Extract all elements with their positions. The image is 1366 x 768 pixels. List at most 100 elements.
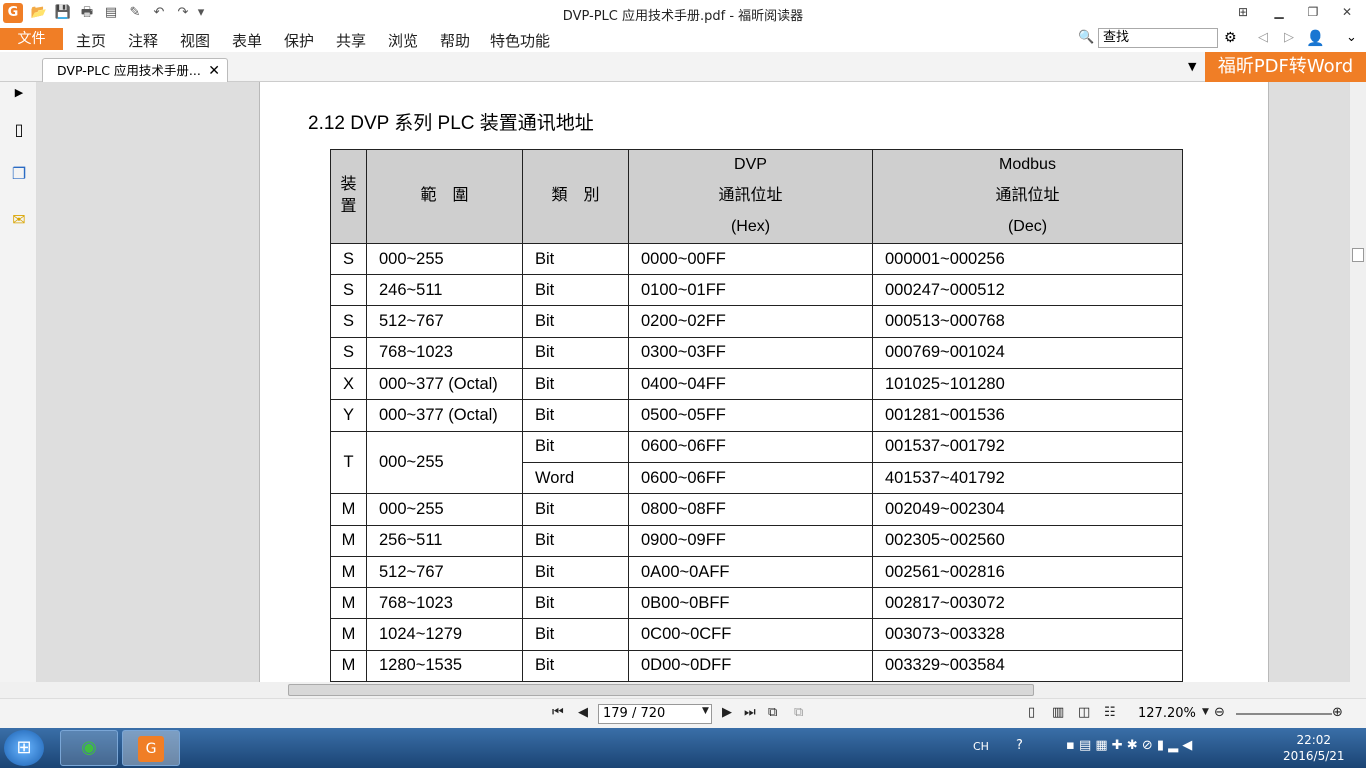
close-button[interactable]: ✕ xyxy=(1332,0,1362,24)
system-clock[interactable]: 22:02 2016/5/21 xyxy=(1283,732,1345,764)
zoom-level[interactable]: 127.20% xyxy=(1138,706,1196,721)
cell-device: S xyxy=(330,336,367,370)
cell-device: S xyxy=(330,305,367,338)
continuous-facing-icon[interactable]: ☷ xyxy=(1104,705,1116,720)
back-arrow-icon[interactable]: ◁ xyxy=(1258,30,1268,45)
cell-type: Bit xyxy=(522,555,629,589)
header-dvp: DVP xyxy=(628,148,873,181)
header-type: 類 別 xyxy=(522,149,629,244)
file-tab[interactable]: 文件 xyxy=(0,28,63,50)
menu-form[interactable]: 表单 xyxy=(232,30,262,51)
maximize-button[interactable]: ❐ xyxy=(1298,0,1328,24)
vertical-scrollbar[interactable] xyxy=(1349,82,1366,682)
menu-browse[interactable]: 浏览 xyxy=(388,30,418,51)
cell-type: Bit xyxy=(522,336,629,370)
table-row: M 1024~1279 Bit 0C00~0CFF 003073~003328 xyxy=(330,618,1183,651)
cell-range: 256~511 xyxy=(366,524,523,557)
document-viewport[interactable]: 2.12 DVP 系列 PLC 装置通讯地址 装置 範 圍 類 別 DVP Mo… xyxy=(37,82,1349,682)
table-row: T 000~255 Bit 0600~06FF 001537~001792 xyxy=(330,430,1183,495)
cell-modbus: 001537~001792 xyxy=(872,430,1183,463)
cell-dvp: 0D00~0DFF xyxy=(628,649,873,682)
zoom-slider[interactable] xyxy=(1236,713,1332,715)
cell-device: Y xyxy=(330,399,367,432)
cell-modbus: 101025~101280 xyxy=(872,368,1183,401)
language-indicator[interactable]: CH xyxy=(973,740,989,753)
zoom-out-icon[interactable]: ⊖ xyxy=(1214,705,1225,720)
cell-type: Bit xyxy=(522,618,629,651)
minimize-button[interactable]: ▁ xyxy=(1264,0,1294,24)
status-bar: ⏮ ◀ 179 / 720 ▼ ▶ ⏭ ⧉ ⧉ ▯ ▥ ◫ ☷ 127.20% … xyxy=(0,698,1366,728)
cell-type: Bit xyxy=(522,493,629,526)
menu-features[interactable]: 特色功能 xyxy=(490,30,550,51)
find-folder-icon[interactable]: 🔍 xyxy=(1078,30,1094,45)
section-title: 2.12 DVP 系列 PLC 装置通讯地址 xyxy=(308,113,594,134)
menu-help[interactable]: 帮助 xyxy=(440,30,470,51)
cell-device: M xyxy=(330,587,367,620)
menu-share[interactable]: 共享 xyxy=(336,30,366,51)
cell-type: Bit xyxy=(522,305,629,338)
bookmark-icon[interactable]: ▯ xyxy=(9,120,29,140)
page-number-input[interactable]: 179 / 720 xyxy=(598,704,712,724)
vertical-scroll-thumb[interactable] xyxy=(1352,248,1364,262)
cell-type: Bit xyxy=(522,524,629,557)
table-row: M 000~255 Bit 0800~08FF 002049~002304 xyxy=(330,493,1183,526)
table-row: S 768~1023 Bit 0300~03FF 000769~001024 xyxy=(330,336,1183,370)
cell-dvp: 0300~03FF xyxy=(628,336,873,370)
cell-range: 512~767 xyxy=(366,305,523,338)
taskbar-foxit-app[interactable]: G xyxy=(122,730,180,766)
close-tab-icon[interactable]: ✕ xyxy=(208,59,220,83)
document-tab[interactable]: DVP-PLC 应用技术手册... ✕ xyxy=(42,58,228,83)
prev-page-icon[interactable]: ◀ xyxy=(578,705,588,720)
cell-range: 512~767 xyxy=(366,555,523,589)
taskbar-browser-app[interactable]: ◉ xyxy=(60,730,118,766)
continuous-page-icon[interactable]: ▥ xyxy=(1052,705,1064,720)
cell-dvp: 0C00~0CFF xyxy=(628,618,873,651)
next-page-icon[interactable]: ▶ xyxy=(722,705,732,720)
zoom-in-icon[interactable]: ⊕ xyxy=(1332,705,1343,720)
header-dvp-address: 通訊位址 xyxy=(628,180,873,213)
zoom-dropdown-icon[interactable]: ▼ xyxy=(1202,707,1209,717)
menu-home[interactable]: 主页 xyxy=(76,30,106,51)
cell-dvp: 0000~00FF xyxy=(628,242,873,276)
next-view-icon[interactable]: ⧉ xyxy=(794,705,803,720)
cell-dvp: 0A00~0AFF xyxy=(628,555,873,589)
user-icon[interactable]: 👤 xyxy=(1306,29,1325,47)
cell-dvp: 0200~02FF xyxy=(628,305,873,338)
menu-protect[interactable]: 保护 xyxy=(284,30,314,51)
menu-view[interactable]: 视图 xyxy=(180,30,210,51)
first-page-icon[interactable]: ⏮ xyxy=(552,705,564,720)
cell-modbus: 000513~000768 xyxy=(872,305,1183,338)
table-row: M 1280~1535 Bit 0D00~0DFF 003329~003584 xyxy=(330,649,1183,682)
horizontal-scroll-thumb[interactable] xyxy=(288,684,1034,696)
document-tab-label: DVP-PLC 应用技术手册... xyxy=(57,63,201,78)
settings-icon[interactable]: ⚙ xyxy=(1224,30,1237,46)
cell-modbus: 000247~000512 xyxy=(872,274,1183,307)
cell-device: M xyxy=(330,618,367,651)
cell-range: 1280~1535 xyxy=(366,649,523,682)
layout-icon[interactable]: ⊞ xyxy=(1228,0,1258,24)
cell-device: S xyxy=(330,274,367,307)
cell-range: 000~377 (Octal) xyxy=(366,368,523,401)
pages-icon[interactable]: ❐ xyxy=(9,164,29,184)
cell-modbus: 002817~003072 xyxy=(872,587,1183,620)
forward-arrow-icon[interactable]: ▷ xyxy=(1284,30,1294,45)
cell-modbus: 002561~002816 xyxy=(872,555,1183,589)
page-dropdown-icon[interactable]: ▼ xyxy=(702,706,709,716)
tab-bar: DVP-PLC 应用技术手册... ✕ ▼ xyxy=(0,52,1366,83)
tab-list-dropdown-icon[interactable]: ▼ xyxy=(1188,60,1196,73)
comments-icon[interactable]: ✉ xyxy=(9,210,29,230)
start-button[interactable]: ⊞ xyxy=(4,730,44,766)
facing-page-icon[interactable]: ◫ xyxy=(1078,705,1090,720)
tray-icons[interactable]: ▪ ▤ ▦ ✚ ✱ ⊘ ▮ ▂ ◀ xyxy=(1066,738,1192,753)
search-input[interactable]: 查找 xyxy=(1098,28,1218,48)
horizontal-scrollbar[interactable] xyxy=(37,682,1349,698)
collapse-ribbon-icon[interactable]: ⌄ xyxy=(1346,30,1357,45)
last-page-icon[interactable]: ⏭ xyxy=(744,705,756,720)
menu-comment[interactable]: 注释 xyxy=(128,30,158,51)
previous-view-icon[interactable]: ⧉ xyxy=(768,705,777,720)
expand-panel-icon[interactable]: ▶ xyxy=(9,86,29,106)
single-page-icon[interactable]: ▯ xyxy=(1028,705,1035,720)
cell-dvp: 0600~06FF xyxy=(628,430,873,463)
help-tray-icon[interactable]: ? xyxy=(1016,738,1023,753)
pdf-to-word-banner[interactable]: 福昕PDF转Word xyxy=(1205,52,1366,82)
